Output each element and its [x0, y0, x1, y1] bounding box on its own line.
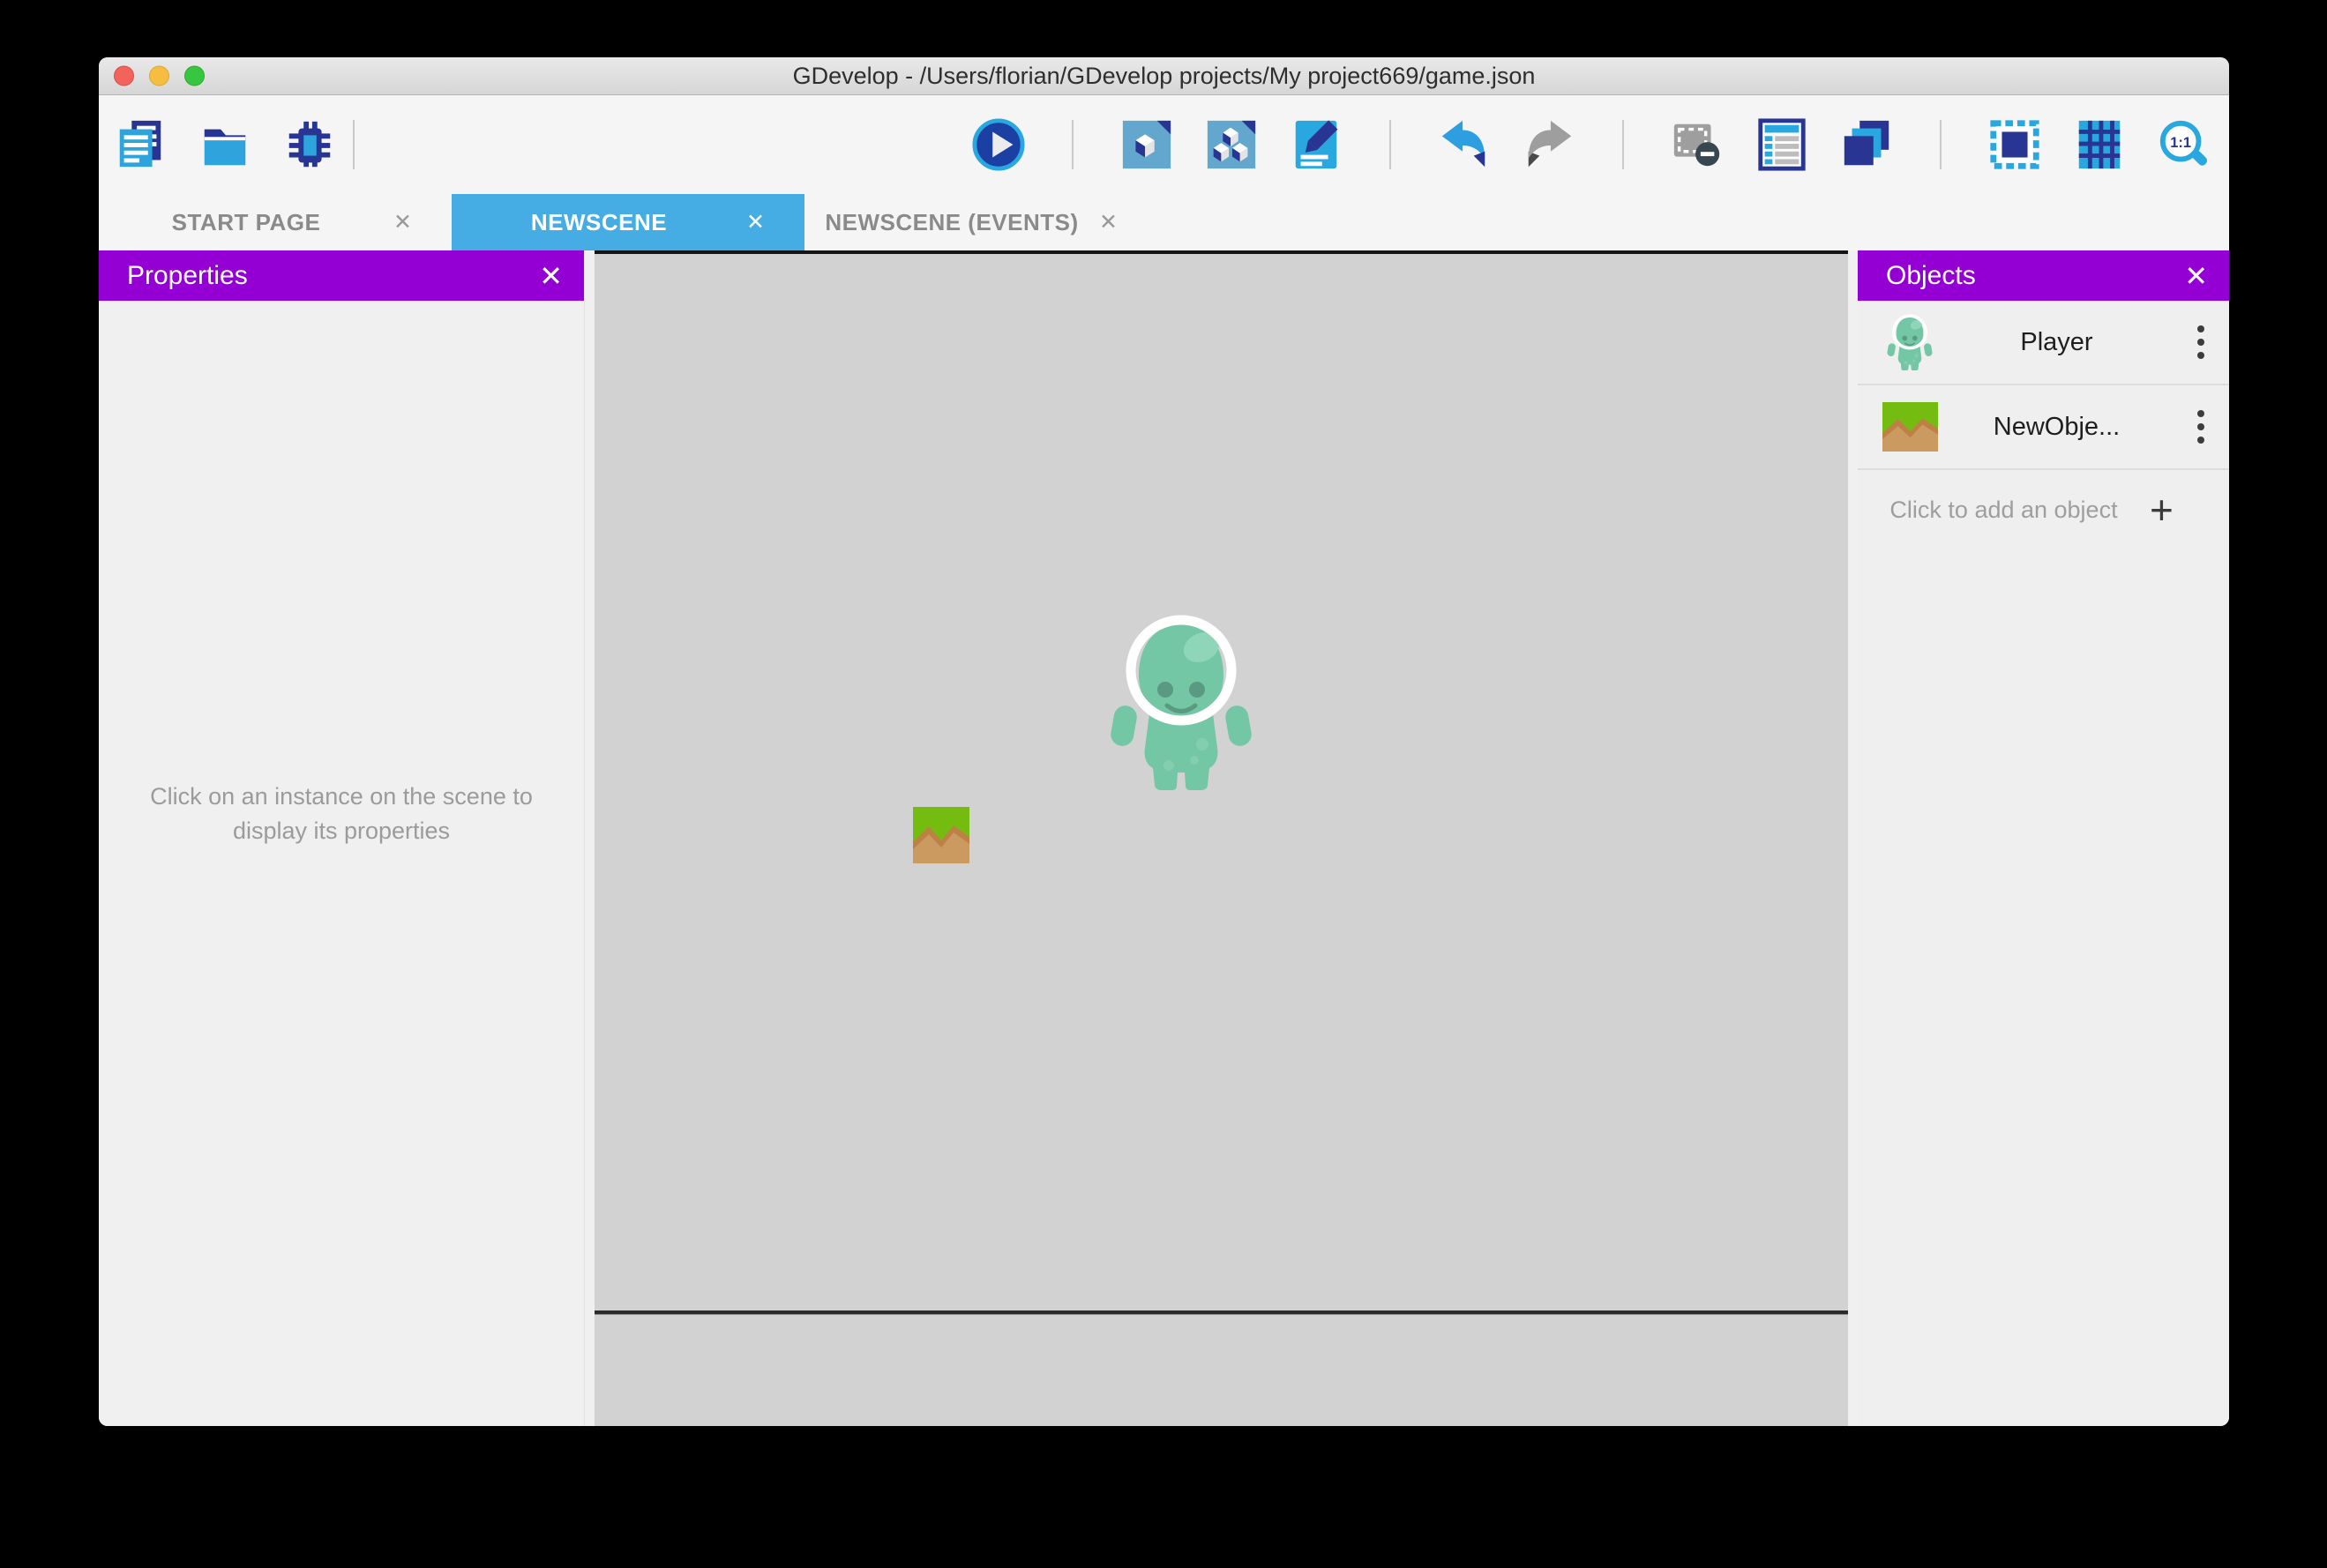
editor-tabbar: START PAGE ✕ NEWSCENE ✕ NEWSCENE (EVENTS… — [99, 194, 2229, 250]
tab-start-page[interactable]: START PAGE ✕ — [99, 194, 452, 250]
close-window-button[interactable] — [114, 65, 134, 86]
undo-icon — [1441, 120, 1485, 168]
player-instance[interactable] — [1111, 614, 1252, 790]
debugger-button[interactable] — [282, 117, 337, 172]
panel-splitter[interactable] — [1848, 250, 1858, 1426]
hide-instances-button[interactable] — [1670, 117, 1725, 172]
redo-icon — [1528, 120, 1572, 168]
object-name: Player — [2020, 327, 2093, 356]
desktop-background: GDevelop - /Users/florian/GDevelop proje… — [0, 0, 2327, 1568]
window-mask-button[interactable] — [1987, 117, 2042, 172]
toolbar-separator — [353, 120, 355, 169]
instances-list-button[interactable] — [1755, 117, 1809, 172]
scene-properties-button[interactable] — [1289, 117, 1343, 172]
tab-close-icon[interactable]: ✕ — [746, 209, 804, 235]
close-icon[interactable]: ✕ — [539, 262, 563, 290]
add-object-row[interactable]: Click to add an object + — [1858, 470, 2229, 549]
properties-panel: Properties ✕ Click on an instance on the… — [99, 250, 584, 1426]
objects-panel-title: Objects — [1886, 260, 1976, 290]
object-row-newobject[interactable]: NewObje... — [1858, 385, 2229, 470]
toolbar-separator — [1940, 120, 1942, 169]
object-cube-icon — [1122, 120, 1171, 169]
svg-text:1:1: 1:1 — [2170, 135, 2191, 151]
traffic-lights — [114, 65, 205, 86]
redo-button[interactable] — [1522, 117, 1576, 172]
instances-list-icon — [1758, 118, 1806, 171]
zoom-original-button[interactable]: 1:1 — [2157, 117, 2211, 172]
plus-icon[interactable]: + — [2150, 486, 2229, 534]
add-object-label: Click to add an object — [1889, 496, 2118, 523]
documents-icon — [119, 120, 161, 168]
main-toolbar: 1:1 — [99, 95, 2229, 194]
player-icon — [1879, 314, 1941, 370]
project-manager-button[interactable] — [113, 117, 168, 172]
open-project-button[interactable] — [198, 117, 252, 172]
close-icon[interactable]: ✕ — [2184, 262, 2208, 290]
grid-button[interactable] — [2072, 117, 2127, 172]
toolbar-right-group: 1:1 — [971, 117, 2211, 172]
tab-label: NEWSCENE (EVENTS) — [825, 208, 1079, 235]
tab-newscene[interactable]: NEWSCENE ✕ — [452, 194, 804, 250]
object-row-player[interactable]: Player — [1858, 301, 2229, 385]
objects-panel-button[interactable] — [1119, 117, 1174, 172]
toolbar-separator — [1072, 120, 1074, 169]
object-menu-kebab-icon[interactable] — [2173, 410, 2229, 444]
window-title: GDevelop - /Users/florian/GDevelop proje… — [792, 62, 1536, 89]
objects-panel: Objects ✕ Player NewObje... Click to add… — [1858, 250, 2229, 1426]
properties-panel-header: Properties ✕ — [99, 250, 584, 301]
grass-tile-icon — [1879, 402, 1941, 452]
scene-boundary-line — [595, 1310, 1848, 1315]
tab-label: NEWSCENE — [530, 208, 668, 235]
object-groups-icon — [1207, 120, 1256, 169]
panel-splitter[interactable] — [584, 250, 595, 1426]
object-name: NewObje... — [1993, 412, 2121, 441]
editor-content: Properties ✕ Click on an instance on the… — [99, 250, 2229, 1426]
toolbar-separator — [1389, 120, 1391, 169]
window-mask-icon — [1990, 120, 2039, 169]
tab-newscene-events[interactable]: NEWSCENE (EVENTS) ✕ — [804, 194, 1157, 250]
layers-icon — [1844, 120, 1889, 166]
window-titlebar[interactable]: GDevelop - /Users/florian/GDevelop proje… — [99, 57, 2229, 95]
objects-panel-header: Objects ✕ — [1858, 250, 2229, 301]
scene-canvas[interactable] — [595, 250, 1848, 1426]
toolbar-separator — [1622, 120, 1624, 169]
filmstrip-minus-icon — [1673, 123, 1720, 167]
zoom-window-button[interactable] — [184, 65, 205, 86]
minimize-window-button[interactable] — [149, 65, 169, 86]
newobject-instance[interactable] — [913, 807, 969, 863]
object-menu-kebab-icon[interactable] — [2173, 325, 2229, 359]
edit-pencil-icon — [1295, 120, 1338, 169]
layers-button[interactable] — [1839, 117, 1894, 172]
gdevelop-window: GDevelop - /Users/florian/GDevelop proje… — [99, 57, 2229, 1426]
play-icon — [972, 118, 1025, 171]
preview-play-button[interactable] — [971, 117, 1026, 172]
tab-close-icon[interactable]: ✕ — [1099, 209, 1157, 235]
undo-button[interactable] — [1437, 117, 1492, 172]
object-groups-button[interactable] — [1204, 117, 1259, 172]
zoom-1-1-icon: 1:1 — [2159, 120, 2208, 166]
properties-empty-message: Click on an instance on the scene to dis… — [150, 783, 533, 844]
tab-close-icon[interactable]: ✕ — [393, 209, 452, 235]
open-folder-icon — [204, 129, 246, 166]
toolbar-left-group — [113, 117, 337, 172]
bug-icon — [288, 121, 331, 168]
properties-panel-title: Properties — [127, 260, 248, 290]
grid-icon — [2078, 120, 2121, 169]
tab-label: START PAGE — [171, 208, 321, 235]
